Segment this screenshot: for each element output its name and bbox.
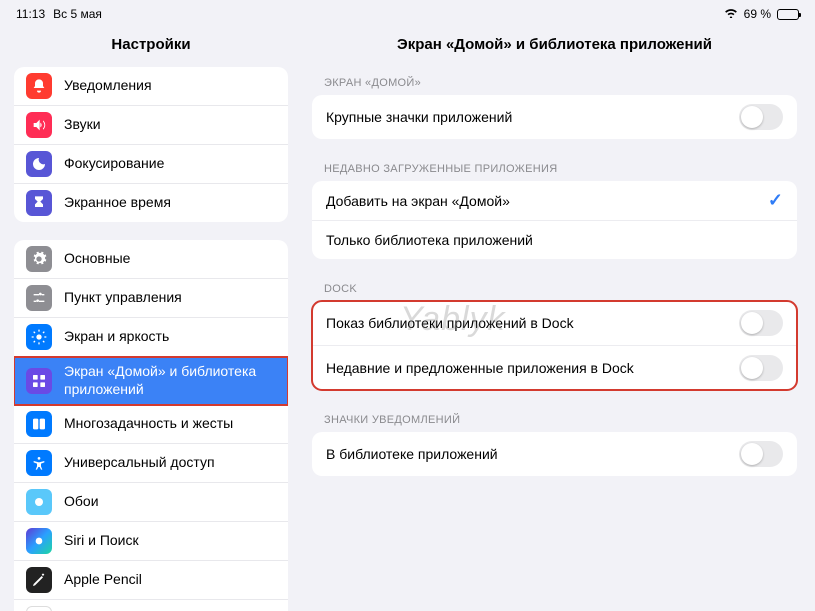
sidebar-item-label: Многозадачность и жесты [64,415,233,433]
sidebar-item-display[interactable]: Экран и яркость [14,318,288,357]
sidebar-item-general[interactable]: Основные [14,240,288,279]
section-badges: В библиотеке приложений [312,432,797,476]
wifi-icon [724,7,738,21]
content-pane: Экран «Домой» и библиотека приложений ЭК… [302,24,815,611]
siri-icon [26,528,52,554]
row-label: В библиотеке приложений [326,446,498,462]
row-show-library-dock[interactable]: Показ библиотеки приложений в Dock [312,301,797,346]
sidebar-item-label: Уведомления [64,77,152,95]
sidebar-item-wallpaper[interactable]: Обои [14,483,288,522]
row-label: Только библиотека приложений [326,232,533,248]
bell-icon [26,73,52,99]
row-library-only[interactable]: Только библиотека приложений [312,221,797,259]
sidebar-item-screentime[interactable]: Экранное время [14,184,288,222]
sidebar-item-sounds[interactable]: Звуки [14,106,288,145]
sidebar-item-label: Экран «Домой» и библиотека приложений [64,363,276,398]
sidebar-item-touchid[interactable]: Touch ID и код-пароль [14,600,288,611]
row-label: Недавние и предложенные приложения в Doc… [326,360,634,376]
multitask-icon [26,411,52,437]
status-time: 11:13 [16,7,45,21]
toggle-switch[interactable] [739,104,783,130]
sidebar-title: Настройки [0,30,302,67]
toggle-switch[interactable] [739,441,783,467]
sidebar-item-label: Apple Pencil [64,571,142,589]
row-label: Показ библиотеки приложений в Dock [326,315,574,331]
toggle-switch[interactable] [739,355,783,381]
fingerprint-icon [26,606,52,611]
sidebar-item-siri[interactable]: Siri и Поиск [14,522,288,561]
section-dock: Показ библиотеки приложений в Dock Недав… [312,301,797,390]
accessibility-icon [26,450,52,476]
sidebar-item-label: Основные [64,250,130,268]
row-label: Крупные значки приложений [326,109,512,125]
sidebar-item-multitasking[interactable]: Многозадачность и жесты [14,405,288,444]
speaker-icon [26,112,52,138]
sidebar-item-focus[interactable]: Фокусирование [14,145,288,184]
battery-percent: 69 % [744,7,771,21]
moon-icon [26,151,52,177]
pencil-icon [26,567,52,593]
sidebar-item-label: Siri и Поиск [64,532,139,550]
sidebar-group-2: Основные Пункт управления Экран и яркост… [14,240,288,611]
row-large-icons[interactable]: Крупные значки приложений [312,95,797,139]
section-header-dock: DOCK [306,277,803,301]
gear-icon [26,246,52,272]
status-bar: 11:13 Вс 5 мая 69 % [0,0,815,24]
sidebar-item-label: Экран и яркость [64,328,169,346]
battery-icon [777,9,799,20]
section-recent: Добавить на экран «Домой» ✓ Только библи… [312,181,797,259]
row-badges-in-library[interactable]: В библиотеке приложений [312,432,797,476]
sidebar-item-label: Универсальный доступ [64,454,215,472]
sidebar: Настройки Уведомления Звуки Фокусировани… [0,24,302,611]
row-recent-suggested-dock[interactable]: Недавние и предложенные приложения в Doc… [312,346,797,390]
row-label: Добавить на экран «Домой» [326,193,510,209]
sidebar-item-home-screen[interactable]: Экран «Домой» и библиотека приложений [14,357,288,405]
toggle-switch[interactable] [739,310,783,336]
sidebar-item-pencil[interactable]: Apple Pencil [14,561,288,600]
content-title: Экран «Домой» и библиотека приложений [306,30,803,71]
sliders-icon [26,285,52,311]
home-grid-icon [26,368,52,394]
sidebar-item-label: Звуки [64,116,101,134]
sidebar-item-notifications[interactable]: Уведомления [14,67,288,106]
row-add-to-home[interactable]: Добавить на экран «Домой» ✓ [312,181,797,221]
sidebar-item-control-center[interactable]: Пункт управления [14,279,288,318]
section-home: Крупные значки приложений [312,95,797,139]
brightness-icon [26,324,52,350]
status-date: Вс 5 мая [53,7,102,21]
hourglass-icon [26,190,52,216]
section-header-badges: ЗНАЧКИ УВЕДОМЛЕНИЙ [306,408,803,432]
section-header-recent: НЕДАВНО ЗАГРУЖЕННЫЕ ПРИЛОЖЕНИЯ [306,157,803,181]
section-header-home: ЭКРАН «ДОМОЙ» [306,71,803,95]
sidebar-item-accessibility[interactable]: Универсальный доступ [14,444,288,483]
sidebar-item-label: Экранное время [64,194,171,212]
checkmark-icon: ✓ [768,190,783,211]
wallpaper-icon [26,489,52,515]
sidebar-item-label: Обои [64,493,99,511]
sidebar-group-1: Уведомления Звуки Фокусирование Экранное… [14,67,288,222]
sidebar-item-label: Фокусирование [64,155,164,173]
sidebar-item-label: Пункт управления [64,289,182,307]
